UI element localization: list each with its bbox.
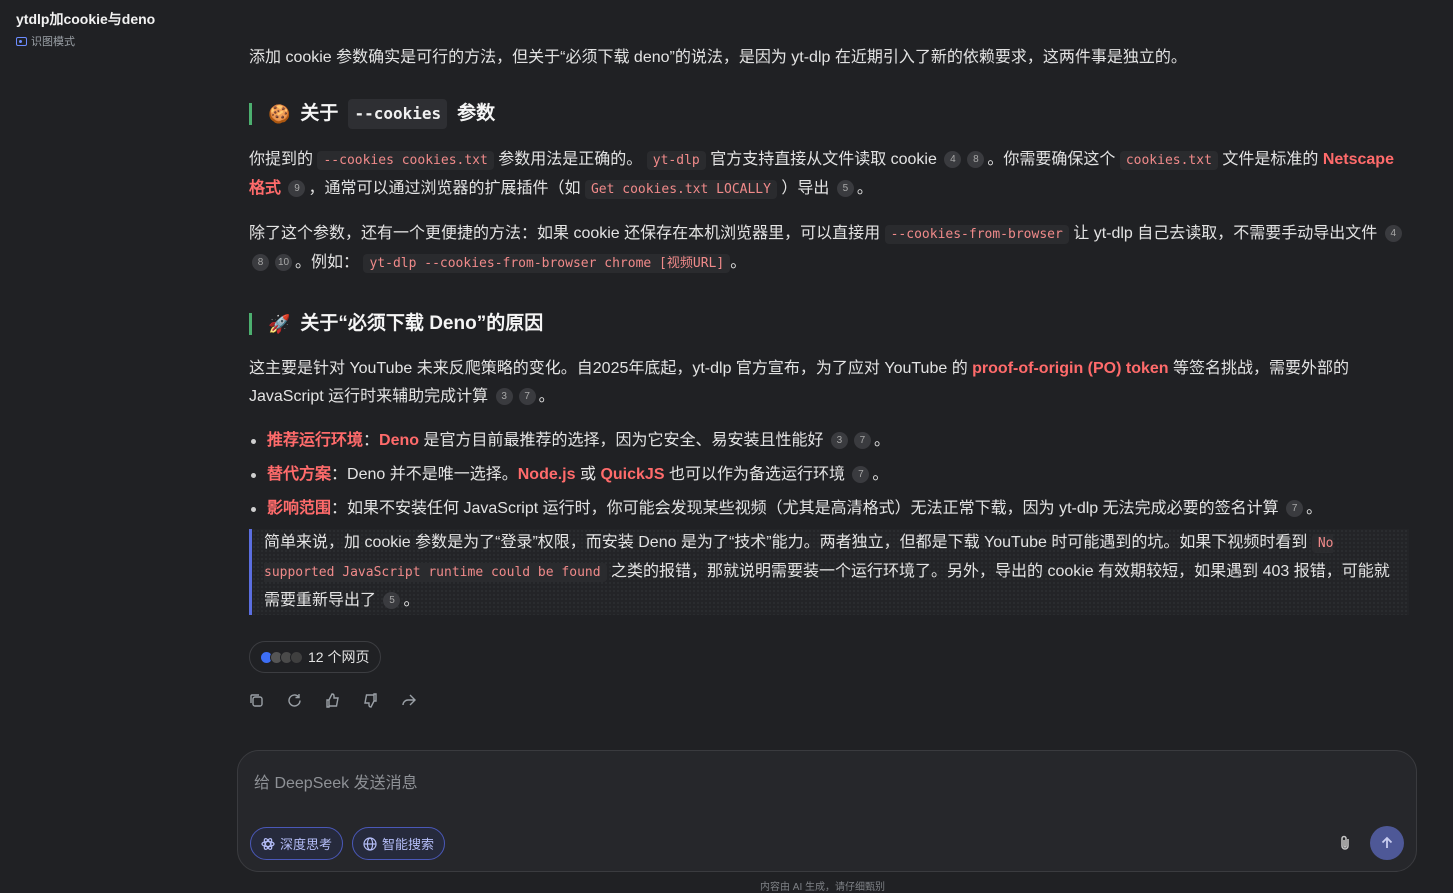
assistant-message: 添加 cookie 参数确实是可行的方法，但关于“必须下载 deno”的说法，是… [249,44,1409,615]
mode-label: 识图模式 [31,36,75,48]
heading-code: --cookies [348,99,448,129]
citation-badge[interactable]: 4 [1384,225,1402,242]
cookie-icon: 🍪 [268,104,291,124]
paragraph: 你提到的 --cookies cookies.txt 参数用法是正确的。 yt-… [249,151,1394,199]
favicon-icon [290,650,303,664]
deep-think-label: 深度思考 [280,837,333,852]
citation-badge[interactable]: 8 [967,151,985,168]
inline-code: --cookies-from-browser [884,225,1069,244]
paragraph: 这主要是针对 YouTube 未来反爬策略的变化。自2025年底起，yt-dlp… [249,360,1350,405]
citation-badge[interactable]: 5 [836,180,854,197]
message-composer: 给 DeepSeek 发送消息 深度思考 智能搜索 [237,750,1417,872]
rocket-icon: 🚀 [268,314,291,334]
highlight-text: 推荐运行环境 [267,432,364,449]
source-favicons [260,650,303,664]
citation-badge[interactable]: 8 [252,254,269,271]
arrow-up-icon [1381,836,1393,848]
citation-badge[interactable]: 7 [518,388,536,405]
inline-code: --cookies cookies.txt [317,151,494,170]
citation-badge[interactable]: 9 [288,180,306,197]
citation-badge[interactable]: 10 [275,254,292,271]
message-input[interactable]: 给 DeepSeek 发送消息 [254,769,418,793]
citation-badge[interactable]: 3 [830,432,848,449]
globe-icon [363,836,377,851]
section-heading-deno: 🚀 关于“必须下载 Deno”的原因 [249,313,1409,335]
summary-blockquote: 简单来说，加 cookie 参数是为了“登录”权限，而安装 Deno 是为了“技… [249,529,1409,615]
list-item: 替代方案：Deno 并不是唯一选择。Node.js 或 QuickJS 也可以作… [249,461,1409,489]
send-button[interactable] [1370,826,1404,860]
intro-paragraph: 添加 cookie 参数确实是可行的方法，但关于“必须下载 deno”的说法，是… [249,49,1187,66]
highlight-text: QuickJS [600,466,665,483]
list-item: 影响范围：如果不安装任何 JavaScript 运行时，你可能会发现某些视频（尤… [249,495,1409,523]
web-search-label: 智能搜索 [382,837,435,852]
inline-code: yt-dlp --cookies-from-browser chrome [视频… [363,254,731,273]
citation-badge[interactable]: 5 [383,592,401,609]
citation-badge[interactable]: 7 [1286,500,1304,517]
list-item: 推荐运行环境：Deno 是官方目前最推荐的选择，因为它安全、易安装且性能好 37… [249,427,1409,455]
bullet-list: 推荐运行环境：Deno 是官方目前最推荐的选择，因为它安全、易安装且性能好 37… [249,427,1409,523]
citation-badge[interactable]: 7 [852,466,870,483]
highlight-text: proof-of-origin (PO) token [972,360,1169,377]
inline-code: Get cookies.txt LOCALLY [584,180,777,199]
atom-icon [261,837,275,850]
sources-label: 12 个网页 [308,649,370,665]
thumbs-up-icon[interactable] [324,692,341,709]
highlight-text: 替代方案 [267,466,332,483]
mode-indicator: 识图模式 [16,33,155,49]
message-actions [248,692,417,709]
heading-text: 参数 [457,103,496,124]
heading-text: 关于“必须下载 Deno”的原因 [300,313,544,334]
inline-code: cookies.txt [1119,151,1218,170]
section-heading-cookies: 🍪 关于 --cookies 参数 [249,99,1409,129]
image-icon [16,36,27,46]
inline-code: yt-dlp [646,151,706,170]
highlight-text: Node.js [517,466,576,483]
citation-badge[interactable]: 7 [853,432,871,449]
web-search-button[interactable]: 智能搜索 [352,827,446,860]
citation-badge[interactable]: 3 [495,388,513,405]
deep-think-button[interactable]: 深度思考 [250,827,344,860]
paperclip-icon[interactable] [1336,834,1354,852]
highlight-text: Deno [379,432,420,449]
regenerate-icon[interactable] [286,692,303,709]
thumbs-down-icon[interactable] [362,692,379,709]
paragraph: 除了这个参数，还有一个更便捷的方法：如果 cookie 还保存在本机浏览器里，可… [249,220,1409,278]
chat-title[interactable]: ytdlp加cookie与deno [16,9,155,29]
share-icon[interactable] [400,692,417,709]
copy-icon[interactable] [248,692,265,709]
chat-header: ytdlp加cookie与deno 识图模式 [16,9,155,49]
heading-text: 关于 [300,103,339,124]
highlight-text: 影响范围 [267,500,332,517]
citation-badge[interactable]: 4 [944,151,962,168]
sources-button[interactable]: 12 个网页 [249,641,382,673]
